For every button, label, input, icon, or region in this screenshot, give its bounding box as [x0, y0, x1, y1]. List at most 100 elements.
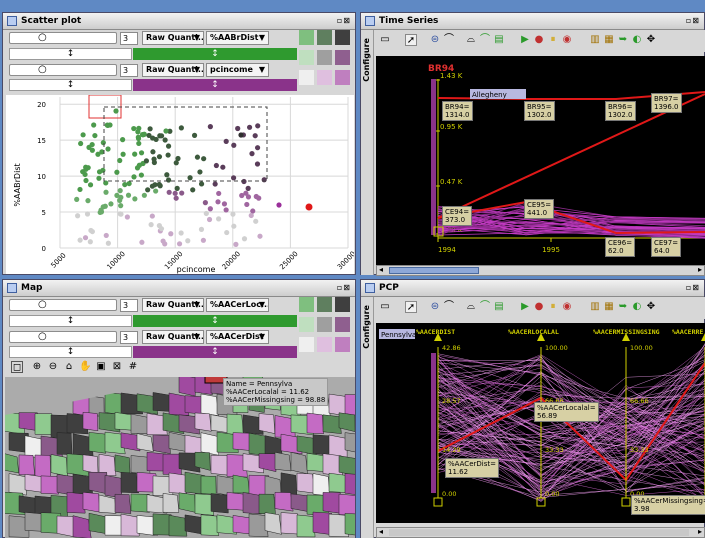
data-point[interactable] [168, 231, 174, 237]
data-point[interactable] [105, 240, 111, 246]
data-point[interactable] [126, 180, 132, 187]
window-controls-icon[interactable]: ▫⊠ [686, 16, 700, 25]
data-point[interactable] [151, 159, 157, 166]
hist-icon[interactable]: ▦ [603, 34, 615, 46]
county-region[interactable] [152, 392, 172, 412]
data-point[interactable] [75, 213, 81, 219]
data-point[interactable] [149, 213, 155, 219]
data-point[interactable] [89, 228, 95, 235]
timeseries-title-bar[interactable]: Time Series ▫⊠ [361, 13, 704, 30]
data-point[interactable] [176, 241, 183, 247]
data-point[interactable] [254, 145, 261, 151]
data-point[interactable] [132, 196, 138, 202]
data-point[interactable] [187, 175, 193, 181]
play-icon[interactable]: ▶ [519, 301, 531, 313]
data-point[interactable] [238, 132, 244, 138]
data-point[interactable] [131, 174, 137, 180]
data-point[interactable] [87, 239, 93, 245]
county-region[interactable] [322, 414, 342, 434]
data-point[interactable] [174, 185, 180, 191]
data-point[interactable] [83, 164, 89, 170]
data-point[interactable] [235, 125, 241, 132]
data-point[interactable] [245, 185, 251, 191]
highlighted-point[interactable] [305, 203, 313, 211]
data-point[interactable] [89, 147, 95, 153]
data-point[interactable] [252, 133, 258, 139]
pcp-title-bar[interactable]: PCP ▫⊠ [361, 280, 704, 297]
county-region[interactable] [194, 412, 212, 432]
data-point[interactable] [190, 187, 196, 193]
data-point[interactable] [241, 236, 248, 242]
data-point[interactable] [172, 190, 178, 196]
data-point[interactable] [221, 201, 228, 207]
county-region[interactable] [264, 512, 282, 535]
data-point[interactable] [113, 108, 119, 114]
data-point[interactable] [77, 237, 83, 243]
county-region[interactable] [178, 492, 196, 513]
county-region[interactable] [258, 493, 276, 515]
y-range-bar-left[interactable]: ↕ [9, 79, 132, 91]
data-point[interactable] [78, 140, 84, 147]
county-region[interactable] [40, 475, 59, 495]
data-point[interactable] [233, 241, 239, 247]
data-point[interactable] [216, 216, 222, 222]
map-x-var-dropdown[interactable]: %AACerLoc... ▼ [206, 298, 269, 312]
county-region[interactable] [18, 495, 37, 516]
data-point[interactable] [117, 157, 123, 164]
data-point[interactable] [165, 177, 172, 183]
data-point[interactable] [162, 137, 168, 143]
pan-icon[interactable]: ⌒ [443, 301, 455, 313]
fish-icon[interactable]: ➥ [617, 34, 629, 46]
data-point[interactable] [203, 210, 209, 217]
county-region[interactable] [322, 492, 341, 514]
map-x-slider[interactable]: ○ [9, 299, 117, 311]
data-point[interactable] [230, 211, 236, 217]
timeseries-scrollbar[interactable]: ◂ ▸ [376, 265, 705, 276]
county-region[interactable] [88, 471, 108, 495]
data-point[interactable] [207, 206, 213, 212]
county-region[interactable] [8, 473, 27, 496]
color-icon[interactable]: ◐ [631, 301, 643, 313]
data-point[interactable] [191, 132, 198, 138]
data-point[interactable] [231, 223, 237, 229]
data-point[interactable] [158, 226, 165, 232]
county-region[interactable] [82, 454, 99, 474]
zoom-icon[interactable]: ⊜ [429, 34, 441, 46]
data-point[interactable] [253, 218, 259, 224]
x-range-bar-left[interactable]: ↕ [9, 48, 132, 60]
data-point[interactable] [223, 138, 229, 144]
data-point[interactable] [143, 158, 150, 164]
configure-sidebar[interactable]: Configure [361, 30, 374, 275]
scatter-title-bar[interactable]: Scatter plot ▫⊠ [3, 13, 355, 30]
data-point[interactable] [185, 238, 191, 244]
data-point[interactable] [100, 204, 106, 210]
map-y-count[interactable]: 3 [120, 331, 138, 344]
data-point[interactable] [141, 192, 147, 198]
data-point[interactable] [261, 177, 267, 183]
county-region[interactable] [168, 472, 187, 494]
data-point[interactable] [132, 151, 138, 157]
data-point[interactable] [118, 203, 124, 209]
data-point[interactable] [157, 133, 163, 139]
county-region[interactable] [296, 514, 316, 538]
county-region[interactable] [104, 391, 124, 416]
data-point[interactable] [92, 132, 98, 139]
data-point[interactable] [125, 192, 132, 198]
map-y-mode-dropdown[interactable]: Raw Quanti... ▼ [142, 330, 204, 344]
county-region[interactable] [344, 432, 355, 454]
y-var-dropdown[interactable]: pcincome ▼ [206, 63, 269, 77]
data-point[interactable] [212, 181, 218, 187]
county-region[interactable] [168, 514, 188, 537]
color-icon[interactable]: ◐ [631, 34, 643, 46]
x-slider[interactable]: ○ [9, 32, 117, 44]
hist-icon[interactable]: ▦ [603, 301, 615, 313]
county-region[interactable] [114, 454, 131, 475]
data-point[interactable] [150, 149, 156, 155]
county-region[interactable] [290, 451, 308, 475]
data-point[interactable] [207, 124, 213, 130]
y-mode-dropdown[interactable]: Raw Quanti... ▼ [142, 63, 204, 77]
map-x-count[interactable]: 3 [120, 299, 138, 312]
data-point[interactable] [223, 207, 229, 213]
county-region[interactable] [18, 454, 35, 476]
image-icon[interactable]: ▣ [95, 361, 107, 373]
